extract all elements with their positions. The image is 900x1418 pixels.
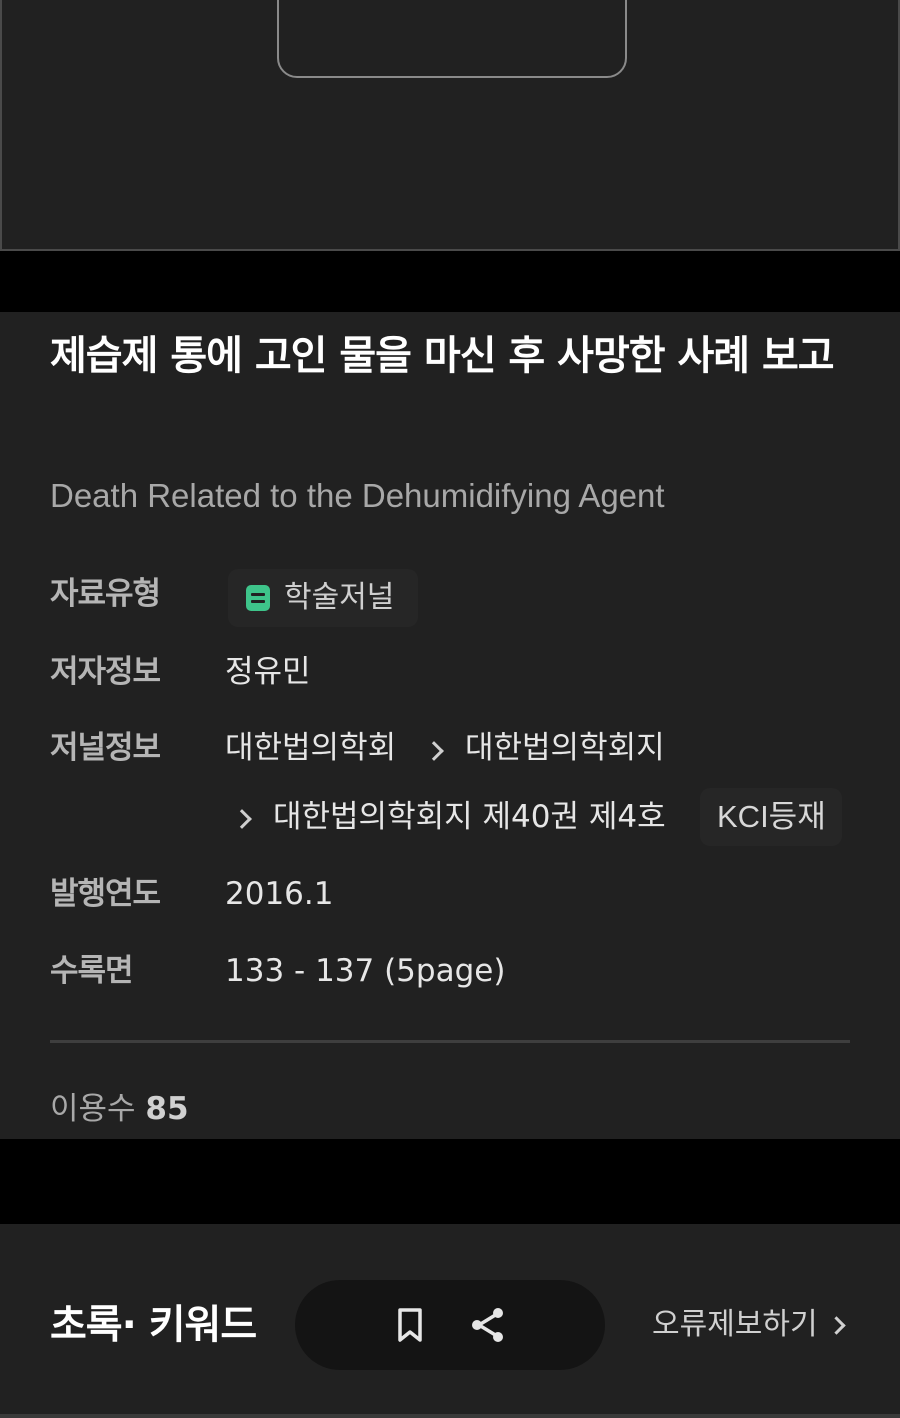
action-pill [295, 1280, 605, 1370]
journal-icon [246, 585, 270, 611]
year-label: 발행연도 [50, 876, 161, 912]
pages-value: 133 - 137 (5page) [225, 953, 506, 989]
bottom-action-bar: 초록· 키워드 오류제보하기 [0, 1224, 900, 1418]
document-preview-frame[interactable] [277, 0, 627, 78]
article-title: 제습제 통에 고인 물을 마신 후 사망한 사례 보고 [50, 333, 835, 379]
journal-label: 저널정보 [50, 730, 161, 766]
pages-label: 수록면 [50, 953, 134, 989]
chevron-right-icon [232, 809, 252, 829]
share-icon [472, 1308, 503, 1342]
divider [50, 1040, 850, 1043]
type-label: 자료유형 [50, 576, 161, 612]
publisher-link[interactable]: 대한법의학회 [225, 726, 396, 770]
report-error-label: 오류제보하기 [652, 1307, 818, 1342]
author-link[interactable]: 정유민 [225, 650, 311, 694]
type-value: 학술저널 [284, 580, 395, 615]
journal-link[interactable]: 대한법의학회지 [465, 726, 665, 770]
kci-badge: KCI등재 [700, 788, 842, 846]
article-title-english: Death Related to the Dehumidifying Agent [50, 477, 665, 514]
share-button[interactable] [463, 1300, 513, 1350]
document-preview-panel [0, 0, 900, 251]
report-error-link[interactable]: 오류제보하기 [652, 1302, 846, 1348]
chevron-right-icon [424, 741, 444, 761]
chevron-right-icon [826, 1315, 846, 1335]
abstract-keywords-tab[interactable]: 초록· 키워드 [50, 1297, 257, 1353]
usage-number: 85 [145, 1091, 189, 1127]
bookmark-button[interactable] [385, 1300, 435, 1350]
year-value: 2016.1 [225, 876, 334, 912]
type-badge: 학술저널 [228, 569, 418, 627]
article-info-panel: 제습제 통에 고인 물을 마신 후 사망한 사례 보고 Death Relate… [0, 312, 900, 1139]
author-label: 저자정보 [50, 654, 161, 690]
issue-link[interactable]: 대한법의학회지 제40권 제4호 [273, 795, 666, 839]
usage-label: 이용수 [50, 1091, 136, 1127]
usage-count: 이용수 85 [50, 1087, 189, 1131]
bookmark-icon [398, 1308, 422, 1342]
